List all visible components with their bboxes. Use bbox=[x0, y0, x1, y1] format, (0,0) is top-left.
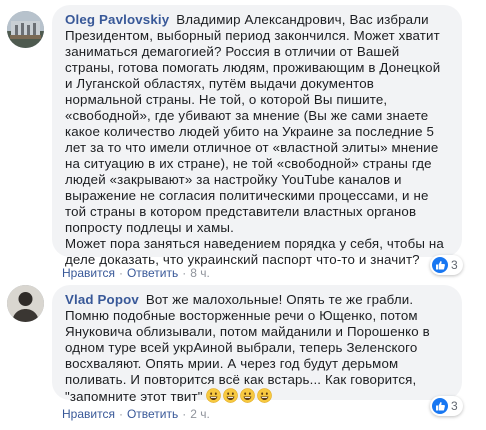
grinning-face-emoji bbox=[239, 388, 255, 403]
separator-dot: · bbox=[182, 266, 187, 280]
grinning-face-emoji bbox=[256, 388, 272, 403]
reactions-counter[interactable]: 3 bbox=[430, 396, 463, 416]
like-link[interactable]: Нравится bbox=[62, 266, 115, 280]
reply-link[interactable]: Ответить bbox=[127, 266, 178, 280]
comment-bubble: Oleg Pavlovskiy Владимир Александрович, В… bbox=[52, 5, 462, 267]
emoji-row bbox=[205, 388, 272, 403]
reactions-count: 3 bbox=[451, 399, 458, 413]
separator-dot: · bbox=[118, 266, 123, 280]
grinning-face-emoji bbox=[205, 388, 221, 403]
reply-link[interactable]: Ответить bbox=[127, 407, 178, 421]
comment-bubble: Vlad Popov Вот же малохольные! Опять те ж… bbox=[52, 285, 462, 404]
comment-actions: Нравится · Ответить · 2 ч. bbox=[62, 407, 210, 421]
like-icon bbox=[432, 257, 448, 273]
comment-text: Владимир Александрович, Вас избрали През… bbox=[65, 12, 441, 235]
reactions-counter[interactable]: 3 bbox=[430, 255, 463, 275]
comment-time[interactable]: 2 ч. bbox=[190, 407, 210, 421]
avatar[interactable] bbox=[7, 11, 44, 48]
avatar[interactable] bbox=[7, 285, 44, 322]
comment-author[interactable]: Vlad Popov bbox=[65, 292, 139, 307]
separator-dot: · bbox=[182, 407, 187, 421]
like-link[interactable]: Нравится bbox=[62, 407, 115, 421]
separator-dot: · bbox=[118, 407, 123, 421]
comment-text-continued: Может пора заняться наведением порядка у… bbox=[65, 236, 444, 267]
comment-actions: Нравится · Ответить · 8 ч. bbox=[62, 266, 210, 280]
comment-time[interactable]: 8 ч. bbox=[190, 266, 210, 280]
comment-author[interactable]: Oleg Pavlovskiy bbox=[65, 12, 169, 27]
reactions-count: 3 bbox=[451, 258, 458, 272]
grinning-face-emoji bbox=[222, 388, 238, 403]
like-icon bbox=[432, 398, 448, 414]
